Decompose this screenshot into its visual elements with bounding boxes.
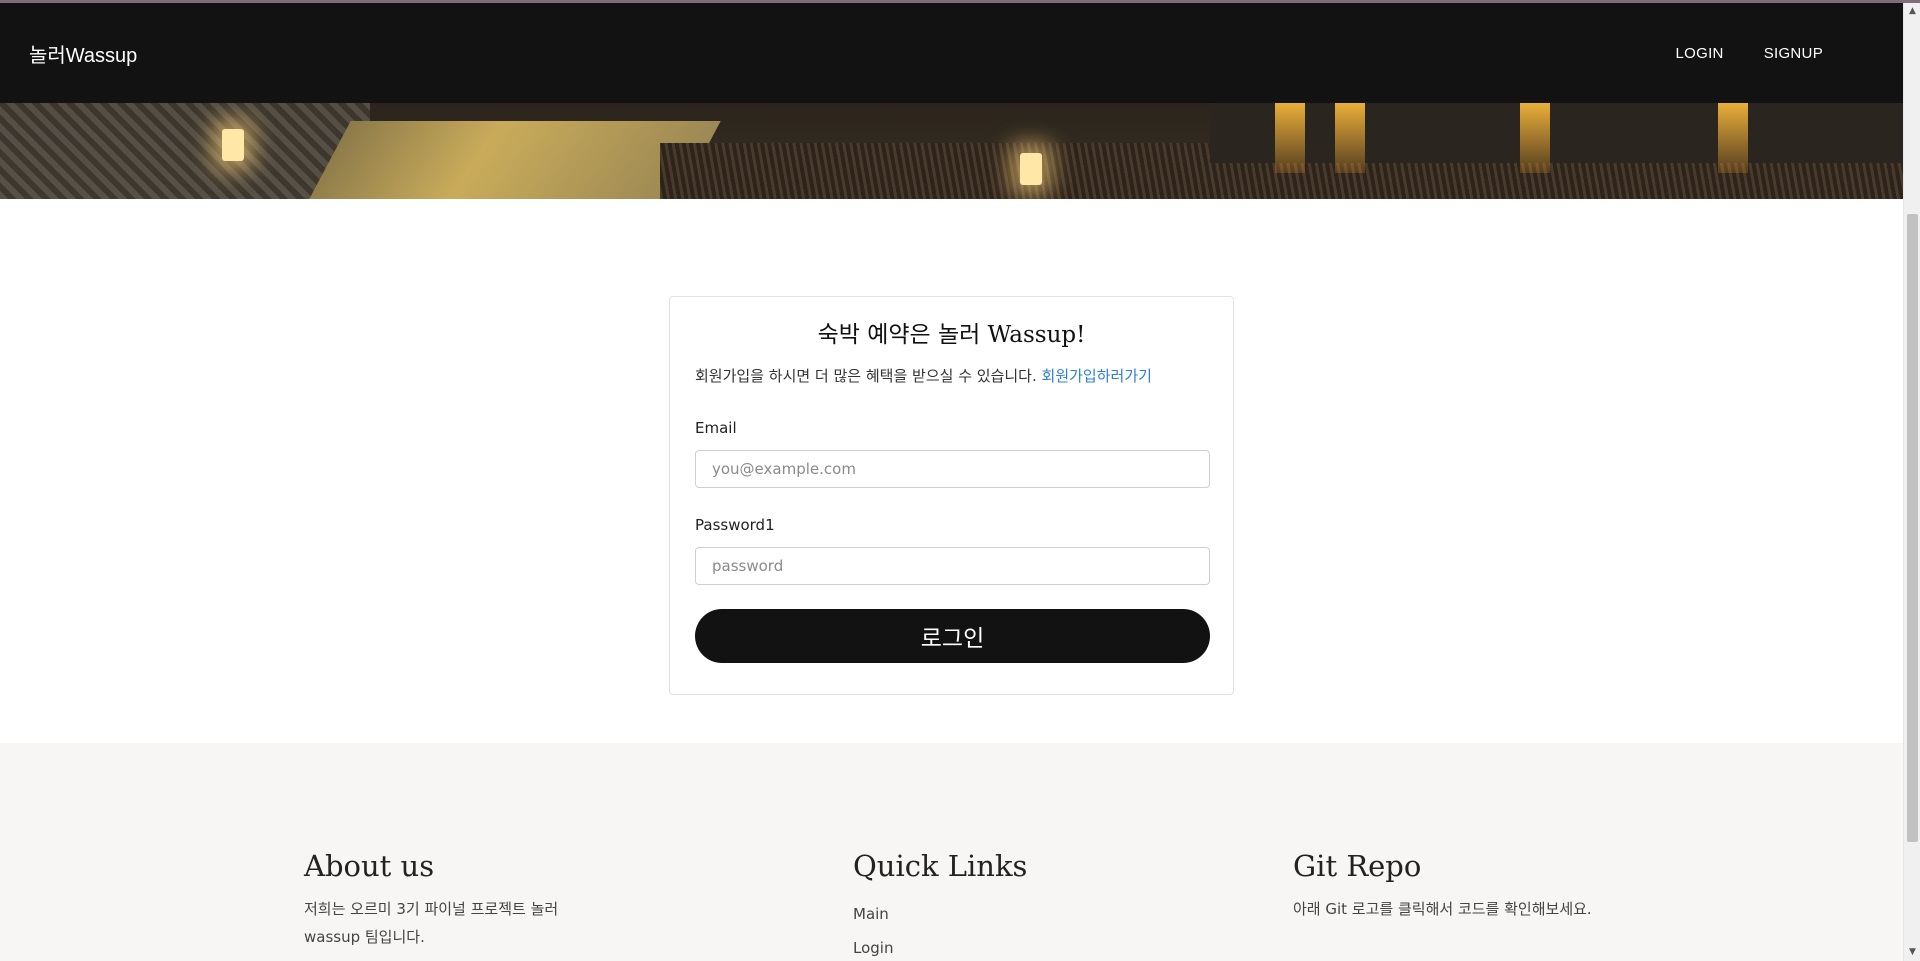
nav-links: LOGIN SIGNUP [1676,45,1824,62]
nav-signup-link[interactable]: SIGNUP [1764,45,1823,62]
hero-lamp [1020,153,1042,185]
email-input[interactable] [695,450,1210,488]
brand-logo-link[interactable]: 놀러Wassup [29,39,137,68]
footer-link-item: Main [853,897,1027,931]
hero-lamp [222,129,244,161]
nav-login-link[interactable]: LOGIN [1676,45,1724,62]
login-card: 숙박 예약은 놀러 Wassup! 회원가입을 하시면 더 많은 혜택을 받으실… [669,296,1234,695]
hero-window-glow [1275,103,1305,173]
footer-link-login[interactable]: Login [853,939,893,957]
scroll-up-arrow-icon[interactable]: ▲ [1904,3,1920,20]
hero-window-glow [1335,103,1365,173]
login-subtitle: 회원가입을 하시면 더 많은 혜택을 받으실 수 있습니다. 회원가입하러가기 [695,365,1208,386]
footer-quick-links-title: Quick Links [853,849,1028,883]
hero-banner-image [0,103,1903,199]
login-title: 숙박 예약은 놀러 Wassup! [817,322,1086,348]
hero-stone-wall [0,103,370,199]
footer-git-repo-text: 아래 Git 로고를 클릭해서 코드를 확인해보세요. [1293,900,1592,918]
footer-about: About us 저희는 오르미 3기 파이널 프로젝트 놀러 wassup 팀… [304,849,604,951]
hero-window-glow [1520,103,1550,173]
footer-about-title: About us [304,849,435,883]
footer-quick-links: Quick Links Main Login [853,849,1027,961]
hero-building [1210,103,1903,163]
footer-link-item: Login [853,931,1027,961]
subtitle-text: 회원가입을 하시면 더 많은 혜택을 받으실 수 있습니다. [695,367,1037,385]
footer-git-repo-title: Git Repo [1293,849,1422,883]
scroll-down-arrow-icon[interactable]: ▼ [1904,944,1920,961]
page-scrollbar[interactable]: ▲ ▼ [1903,3,1920,961]
footer-link-main[interactable]: Main [853,905,889,923]
password-label: Password1 [695,516,775,534]
footer: About us 저희는 오르미 3기 파이널 프로젝트 놀러 wassup 팀… [0,743,1903,961]
footer-quick-links-list: Main Login [853,897,1027,961]
top-navbar: 놀러Wassup LOGIN SIGNUP [0,3,1903,103]
password-input[interactable] [695,547,1210,585]
signup-link[interactable]: 회원가입하러가기 [1042,367,1152,385]
hero-window-glow [1718,103,1748,173]
email-label: Email [695,419,737,437]
login-button[interactable]: 로그인 [695,609,1210,663]
footer-about-text: 저희는 오르미 3기 파이널 프로젝트 놀러 wassup 팀입니다. [304,900,559,946]
scrollbar-thumb[interactable] [1907,214,1918,842]
footer-git-repo: Git Repo 아래 Git 로고를 클릭해서 코드를 확인해보세요. [1293,849,1593,923]
